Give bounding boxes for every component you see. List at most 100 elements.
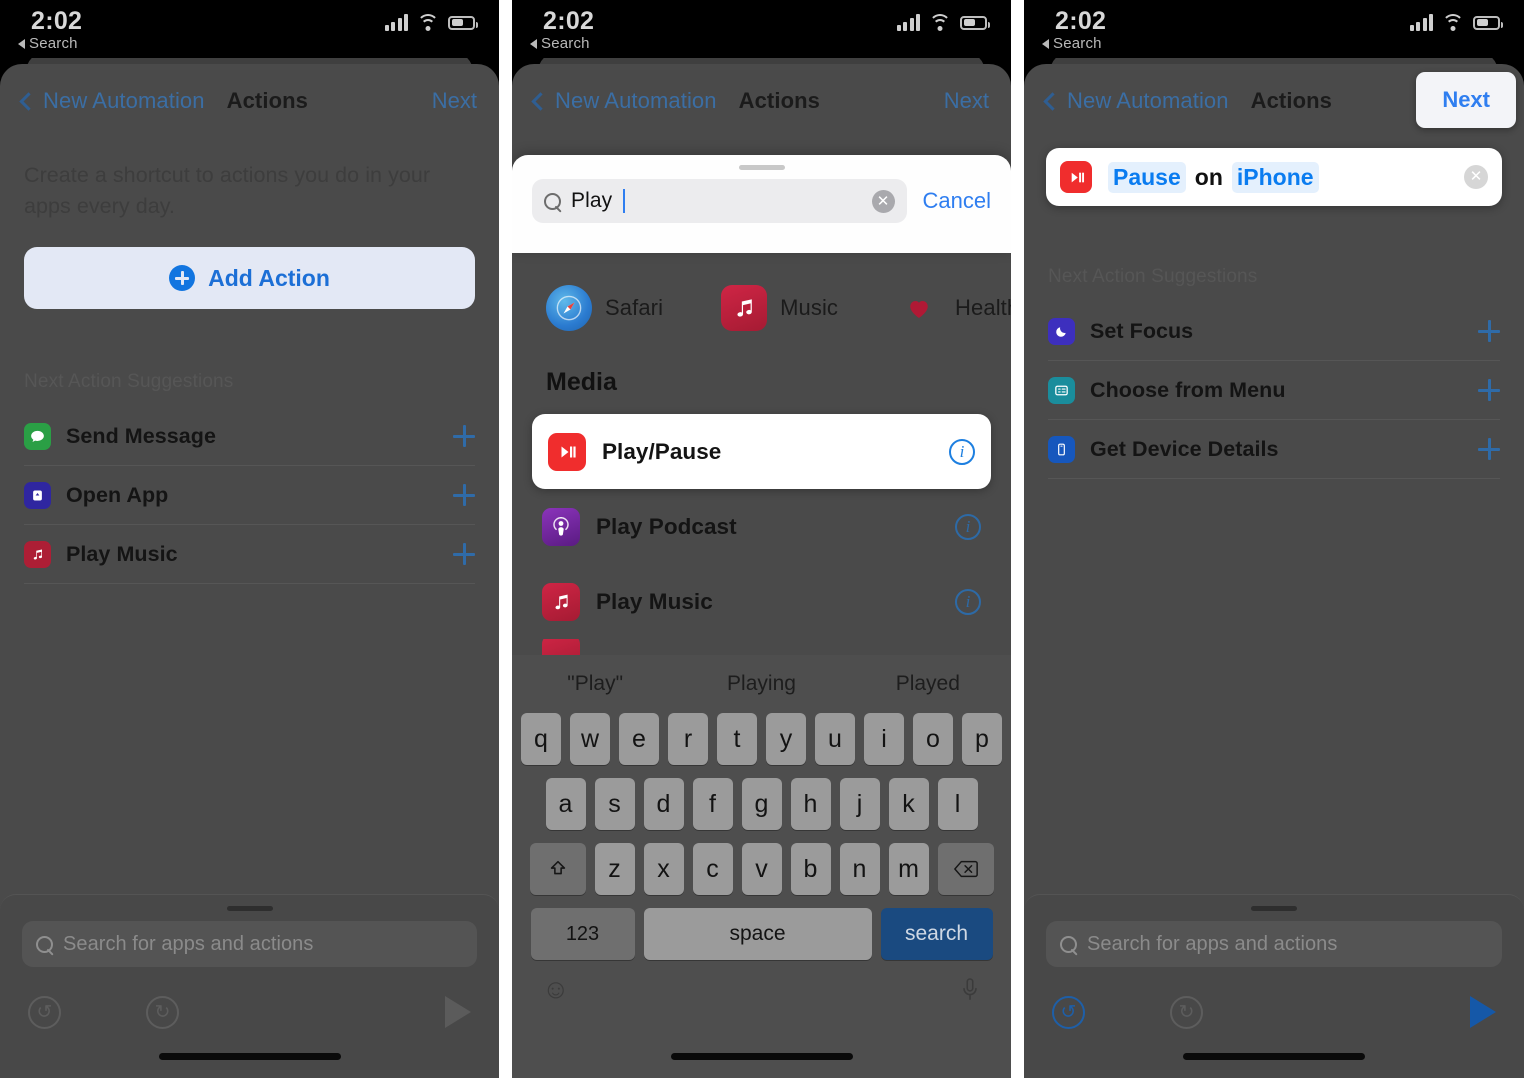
action-token-iphone[interactable]: iPhone <box>1231 161 1319 193</box>
backspace-key-icon[interactable] <box>937 843 994 895</box>
numbers-key[interactable]: 123 <box>530 908 635 960</box>
result-row-play-podcast[interactable]: Play Podcast i <box>534 489 989 564</box>
dictation-key-icon[interactable] <box>959 975 981 1005</box>
clear-circle-icon[interactable]: ✕ <box>871 189 895 213</box>
key-t[interactable]: t <box>717 713 757 765</box>
suggestion-row-set-focus[interactable]: Set Focus <box>1048 302 1500 361</box>
dock-grabber[interactable] <box>1251 906 1297 911</box>
search-icon <box>36 935 53 953</box>
next-button[interactable]: Next <box>944 88 989 114</box>
key-s[interactable]: s <box>594 778 635 830</box>
key-u[interactable]: u <box>815 713 855 765</box>
result-row-play-music[interactable]: Play Music i <box>534 564 989 639</box>
info-icon[interactable]: i <box>949 438 975 465</box>
chevron-left-icon <box>531 91 550 111</box>
key-i[interactable]: i <box>864 713 904 765</box>
key-o[interactable]: o <box>913 713 953 765</box>
add-suggestion-icon[interactable] <box>1478 379 1500 401</box>
shift-key-icon[interactable] <box>529 843 586 895</box>
key-g[interactable]: g <box>741 778 782 830</box>
result-row-play-pause[interactable]: Play/Pause i <box>532 414 991 489</box>
bottom-dock: Search for apps and actions ↺ ↻ <box>0 894 499 1078</box>
key-k[interactable]: k <box>888 778 929 830</box>
search-input[interactable]: Play ✕ <box>532 179 907 223</box>
key-c[interactable]: c <box>692 843 733 895</box>
suggestion-row-play-music[interactable]: Play Music <box>24 525 475 585</box>
status-bar-back-to-search[interactable]: Search <box>1042 35 1102 52</box>
emoji-key-icon[interactable]: ☺ <box>542 974 570 1005</box>
play-run-icon[interactable] <box>445 996 471 1028</box>
action-connector: on <box>1194 163 1223 190</box>
suggestion-row-choose-from-menu[interactable]: Choose from Menu <box>1048 361 1500 420</box>
undo-icon[interactable]: ↺ <box>28 995 61 1029</box>
key-a[interactable]: a <box>545 778 586 830</box>
back-button[interactable]: New Automation <box>19 88 205 114</box>
redo-icon[interactable]: ↻ <box>1170 995 1203 1029</box>
add-suggestion-icon[interactable] <box>453 425 475 448</box>
prediction-0[interactable]: "Play" <box>512 672 678 696</box>
keyboard-row-4: 123 space search <box>512 908 1011 960</box>
add-suggestion-icon[interactable] <box>1478 320 1500 342</box>
key-v[interactable]: v <box>741 843 782 895</box>
info-icon[interactable]: i <box>955 588 981 615</box>
key-q[interactable]: q <box>521 713 561 765</box>
redo-icon[interactable]: ↻ <box>146 995 179 1029</box>
music-app-icon <box>542 582 580 621</box>
prediction-2[interactable]: Played <box>845 672 1011 696</box>
next-button[interactable]: Next <box>432 88 477 114</box>
key-b[interactable]: b <box>790 843 831 895</box>
key-d[interactable]: d <box>643 778 684 830</box>
key-e[interactable]: e <box>619 713 659 765</box>
add-action-button[interactable]: Add Action <box>24 247 475 310</box>
status-bar: 2:02 Search <box>1024 0 1524 58</box>
remove-circle-icon[interactable]: ✕ <box>1464 165 1488 189</box>
key-z[interactable]: z <box>594 843 635 895</box>
key-r[interactable]: r <box>668 713 708 765</box>
play-run-icon[interactable] <box>1470 996 1496 1028</box>
app-name: Music <box>780 295 839 320</box>
key-w[interactable]: w <box>570 713 610 765</box>
undo-icon[interactable]: ↺ <box>1052 995 1085 1029</box>
dock-grabber[interactable] <box>226 906 273 911</box>
suggestion-row-get-device-details[interactable]: Get Device Details <box>1048 420 1500 479</box>
key-h[interactable]: h <box>790 778 831 830</box>
cellular-bars-icon <box>896 14 920 31</box>
app-chip-health[interactable]: Health <box>896 285 1011 331</box>
add-suggestion-icon[interactable] <box>453 484 475 507</box>
status-bar-back-to-search[interactable]: Search <box>530 35 590 52</box>
status-bar-back-to-search[interactable]: Search <box>18 35 78 52</box>
next-button[interactable]: Next <box>1416 72 1516 128</box>
battery-icon <box>1473 15 1503 30</box>
action-token-pause[interactable]: Pause <box>1108 161 1186 193</box>
key-m[interactable]: m <box>888 843 929 895</box>
dock-search-field[interactable]: Search for apps and actions <box>22 921 477 967</box>
battery-icon <box>448 15 478 30</box>
dock-search-field[interactable]: Search for apps and actions <box>1046 921 1502 967</box>
cancel-button[interactable]: Cancel <box>923 188 991 214</box>
key-l[interactable]: l <box>937 778 978 830</box>
add-suggestion-icon[interactable] <box>453 543 475 566</box>
action-card-pause-on-iphone[interactable]: Pause on iPhone ✕ <box>1046 148 1502 206</box>
add-suggestion-icon[interactable] <box>1478 438 1500 460</box>
key-y[interactable]: y <box>766 713 806 765</box>
key-f[interactable]: f <box>692 778 733 830</box>
suggestion-row-open-app[interactable]: Open App <box>24 466 475 526</box>
key-x[interactable]: x <box>643 843 684 895</box>
key-j[interactable]: j <box>839 778 880 830</box>
search-return-key[interactable]: search <box>880 908 993 960</box>
search-sheet-grabber[interactable] <box>738 165 785 170</box>
suggestion-label: Get Device Details <box>1090 436 1279 461</box>
space-key[interactable]: space <box>643 908 872 960</box>
back-button[interactable]: New Automation <box>1043 88 1229 114</box>
key-n[interactable]: n <box>839 843 880 895</box>
home-indicator <box>670 1053 853 1060</box>
key-p[interactable]: p <box>962 713 1002 765</box>
app-chip-safari[interactable]: Safari <box>546 285 663 331</box>
info-icon[interactable]: i <box>955 513 981 540</box>
app-chip-music[interactable]: Music <box>721 285 838 331</box>
prediction-1[interactable]: Playing <box>678 672 844 696</box>
back-button[interactable]: New Automation <box>531 88 717 114</box>
suggestion-row-send-message[interactable]: Send Message <box>24 407 475 467</box>
add-action-label: Add Action <box>208 264 330 291</box>
app-suggestions-row: Safari Music Health <box>512 275 1011 341</box>
